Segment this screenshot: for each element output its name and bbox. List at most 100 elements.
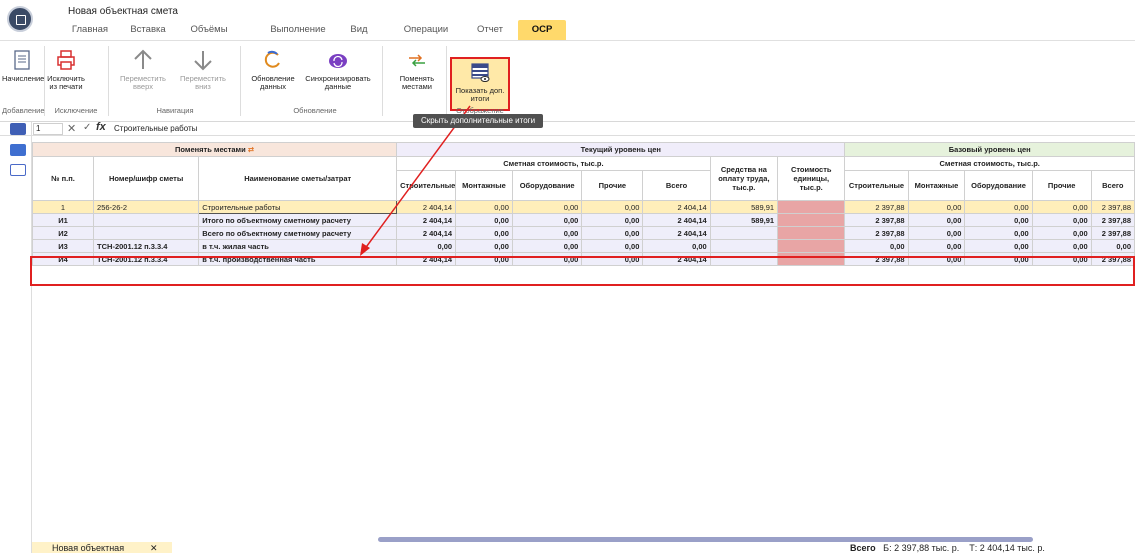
table-cell-unit[interactable] — [777, 200, 846, 214]
close-icon[interactable]: ✕ — [150, 542, 158, 553]
table-row[interactable]: И2 Всего по объектному сметному расчету 2 … — [31, 226, 1135, 240]
col-header-installation[interactable]: Монтажные — [455, 170, 513, 201]
table-cell-c5[interactable]: 2 404,14 — [642, 213, 711, 227]
confirm-icon[interactable]: ✓ — [83, 122, 91, 133]
table-cell-c3[interactable]: 0,00 — [511, 226, 583, 240]
table-cell-code[interactable]: ТСН-2001.12 п.3.3.4 — [93, 239, 200, 253]
table-cell-c3[interactable]: 0,00 — [511, 239, 583, 253]
col-header-total[interactable]: Всего — [642, 170, 711, 201]
update-data-button[interactable]: Обновление данных — [248, 49, 298, 91]
table-cell-c4[interactable]: 0,00 — [581, 226, 644, 240]
table-cell-b2[interactable]: 0,00 — [907, 239, 966, 253]
col-header-num[interactable]: № п.п. — [31, 156, 95, 201]
cancel-icon[interactable]: ✕ — [67, 122, 76, 135]
table-cell-c5[interactable]: 0,00 — [642, 239, 711, 253]
table-cell-unit[interactable] — [777, 226, 846, 240]
table-cell-b5[interactable]: 2 397,88 — [1090, 226, 1135, 240]
table-cell-c6[interactable]: 589,91 — [709, 213, 779, 227]
table-icon[interactable] — [10, 164, 26, 176]
table-cell-b5[interactable]: 2 397,88 — [1090, 200, 1135, 214]
swap-header[interactable]: Поменять местами ⇄ — [31, 142, 398, 157]
exclude-print-button[interactable]: Исключить из печати — [44, 49, 88, 91]
table-cell-b1[interactable]: 2 397,88 — [844, 213, 909, 227]
table-cell-c5[interactable]: 2 404,14 — [642, 200, 711, 214]
table-cell-b4[interactable]: 0,00 — [1031, 200, 1092, 214]
table-cell-b1[interactable]: 0,00 — [844, 239, 909, 253]
table-cell-c1[interactable]: 0,00 — [396, 239, 457, 253]
table-cell-name[interactable]: в т.ч. жилая часть — [198, 239, 398, 253]
table-cell-b1[interactable]: 2 397,88 — [844, 200, 909, 214]
tab-home[interactable]: Главная — [62, 20, 118, 40]
table-cell-name[interactable]: Итого по объектному сметному расчету — [198, 213, 398, 227]
table-cell-c1[interactable]: 2 404,14 — [396, 213, 457, 227]
table-cell-name[interactable]: Строительные работы — [198, 200, 398, 214]
table-cell-unit[interactable] — [777, 213, 846, 227]
table-cell-c2[interactable]: 0,00 — [455, 200, 513, 214]
function-icon[interactable]: fx — [96, 121, 106, 133]
table-cell-num[interactable]: 1 — [31, 200, 95, 214]
table-cell-b4[interactable]: 0,00 — [1031, 213, 1092, 227]
col-header-code[interactable]: Номер/шифр сметы — [93, 156, 200, 201]
table-cell-num[interactable]: И2 — [31, 226, 95, 240]
table-cell-b4[interactable]: 0,00 — [1031, 226, 1092, 240]
table-cell-c2[interactable]: 0,00 — [455, 226, 513, 240]
table-cell-b2[interactable]: 0,00 — [907, 226, 966, 240]
move-down-button[interactable]: Переместить вниз — [178, 49, 228, 91]
table-cell-b4[interactable]: 0,00 — [1031, 239, 1092, 253]
col-header-base-other[interactable]: Прочие — [1031, 170, 1092, 201]
table-cell-name[interactable]: Всего по объектному сметному расчету — [198, 226, 398, 240]
col-header-construction[interactable]: Строительные — [396, 170, 457, 201]
table-cell-c1[interactable]: 2 404,14 — [396, 226, 457, 240]
accrual-button[interactable]: Начисление — [2, 49, 44, 83]
table-cell-c6[interactable] — [709, 226, 779, 240]
table-cell-c4[interactable]: 0,00 — [581, 239, 644, 253]
table-cell-num[interactable]: И3 — [31, 239, 95, 253]
col-header-other[interactable]: Прочие — [581, 170, 644, 201]
tab-operations[interactable]: Операции — [396, 20, 456, 40]
cell-reference[interactable]: 1 — [33, 123, 63, 135]
table-row[interactable]: И3 ТСН-2001.12 п.3.3.4 в т.ч. жилая часть 0… — [31, 239, 1135, 253]
table-cell-c6[interactable]: 589,91 — [709, 200, 779, 214]
tab-execution[interactable]: Выполнение — [260, 20, 336, 40]
swap-button[interactable]: Поменять местами — [392, 49, 442, 91]
table-cell-c4[interactable]: 0,00 — [581, 200, 644, 214]
table-cell-b3[interactable]: 0,00 — [964, 200, 1033, 214]
col-header-base-installation[interactable]: Монтажные — [907, 170, 966, 201]
table-cell-code[interactable] — [93, 226, 200, 240]
formula-input[interactable]: Строительные работы — [114, 124, 197, 133]
document-tab[interactable]: Новая объектная ✕ — [32, 542, 172, 553]
table-cell-code[interactable]: 256-26-2 — [93, 200, 200, 214]
show-extra-totals-button[interactable]: Показать доп. итоги — [450, 57, 510, 111]
col-header-base-equipment[interactable]: Оборудование — [964, 170, 1033, 201]
col-header-base-total[interactable]: Всего — [1090, 170, 1135, 201]
table-cell-c2[interactable]: 0,00 — [455, 213, 513, 227]
table-cell-b2[interactable]: 0,00 — [907, 213, 966, 227]
table-cell-c5[interactable]: 2 404,14 — [642, 226, 711, 240]
table-cell-num[interactable]: И1 — [31, 213, 95, 227]
table-cell-b1[interactable]: 2 397,88 — [844, 226, 909, 240]
table-row[interactable]: 1 256-26-2 Строительные работы 2 404,14 0,00… — [31, 200, 1135, 214]
col-header-base-construction[interactable]: Строительные — [844, 170, 909, 201]
tab-report[interactable]: Отчет — [470, 20, 510, 40]
table-cell-b5[interactable]: 2 397,88 — [1090, 213, 1135, 227]
col-header-wage[interactable]: Средства на оплату труда, тыс.р. — [709, 156, 779, 201]
tab-insert[interactable]: Вставка — [120, 20, 176, 40]
tab-osr[interactable]: ОСР — [518, 20, 566, 40]
table-cell-b2[interactable]: 0,00 — [907, 200, 966, 214]
table-row[interactable]: И1 Итого по объектному сметному расчету 2 … — [31, 213, 1135, 227]
tab-volumes[interactable]: Объёмы — [180, 20, 238, 40]
table-cell-b3[interactable]: 0,00 — [964, 213, 1033, 227]
col-header-name[interactable]: Наименование сметы/затрат — [198, 156, 398, 201]
table-cell-c3[interactable]: 0,00 — [511, 200, 583, 214]
move-up-button[interactable]: Переместить вверх — [118, 49, 168, 91]
col-header-unit-cost[interactable]: Стоимость единицы, тыс.р. — [777, 156, 846, 201]
table-cell-code[interactable] — [93, 213, 200, 227]
table-cell-b3[interactable]: 0,00 — [964, 239, 1033, 253]
table-cell-c4[interactable]: 0,00 — [581, 213, 644, 227]
table-cell-b3[interactable]: 0,00 — [964, 226, 1033, 240]
col-header-equipment[interactable]: Оборудование — [511, 170, 583, 201]
table-cell-c3[interactable]: 0,00 — [511, 213, 583, 227]
table-cell-b5[interactable]: 0,00 — [1090, 239, 1135, 253]
tab-view[interactable]: Вид — [344, 20, 374, 40]
table-cell-unit[interactable] — [777, 239, 846, 253]
